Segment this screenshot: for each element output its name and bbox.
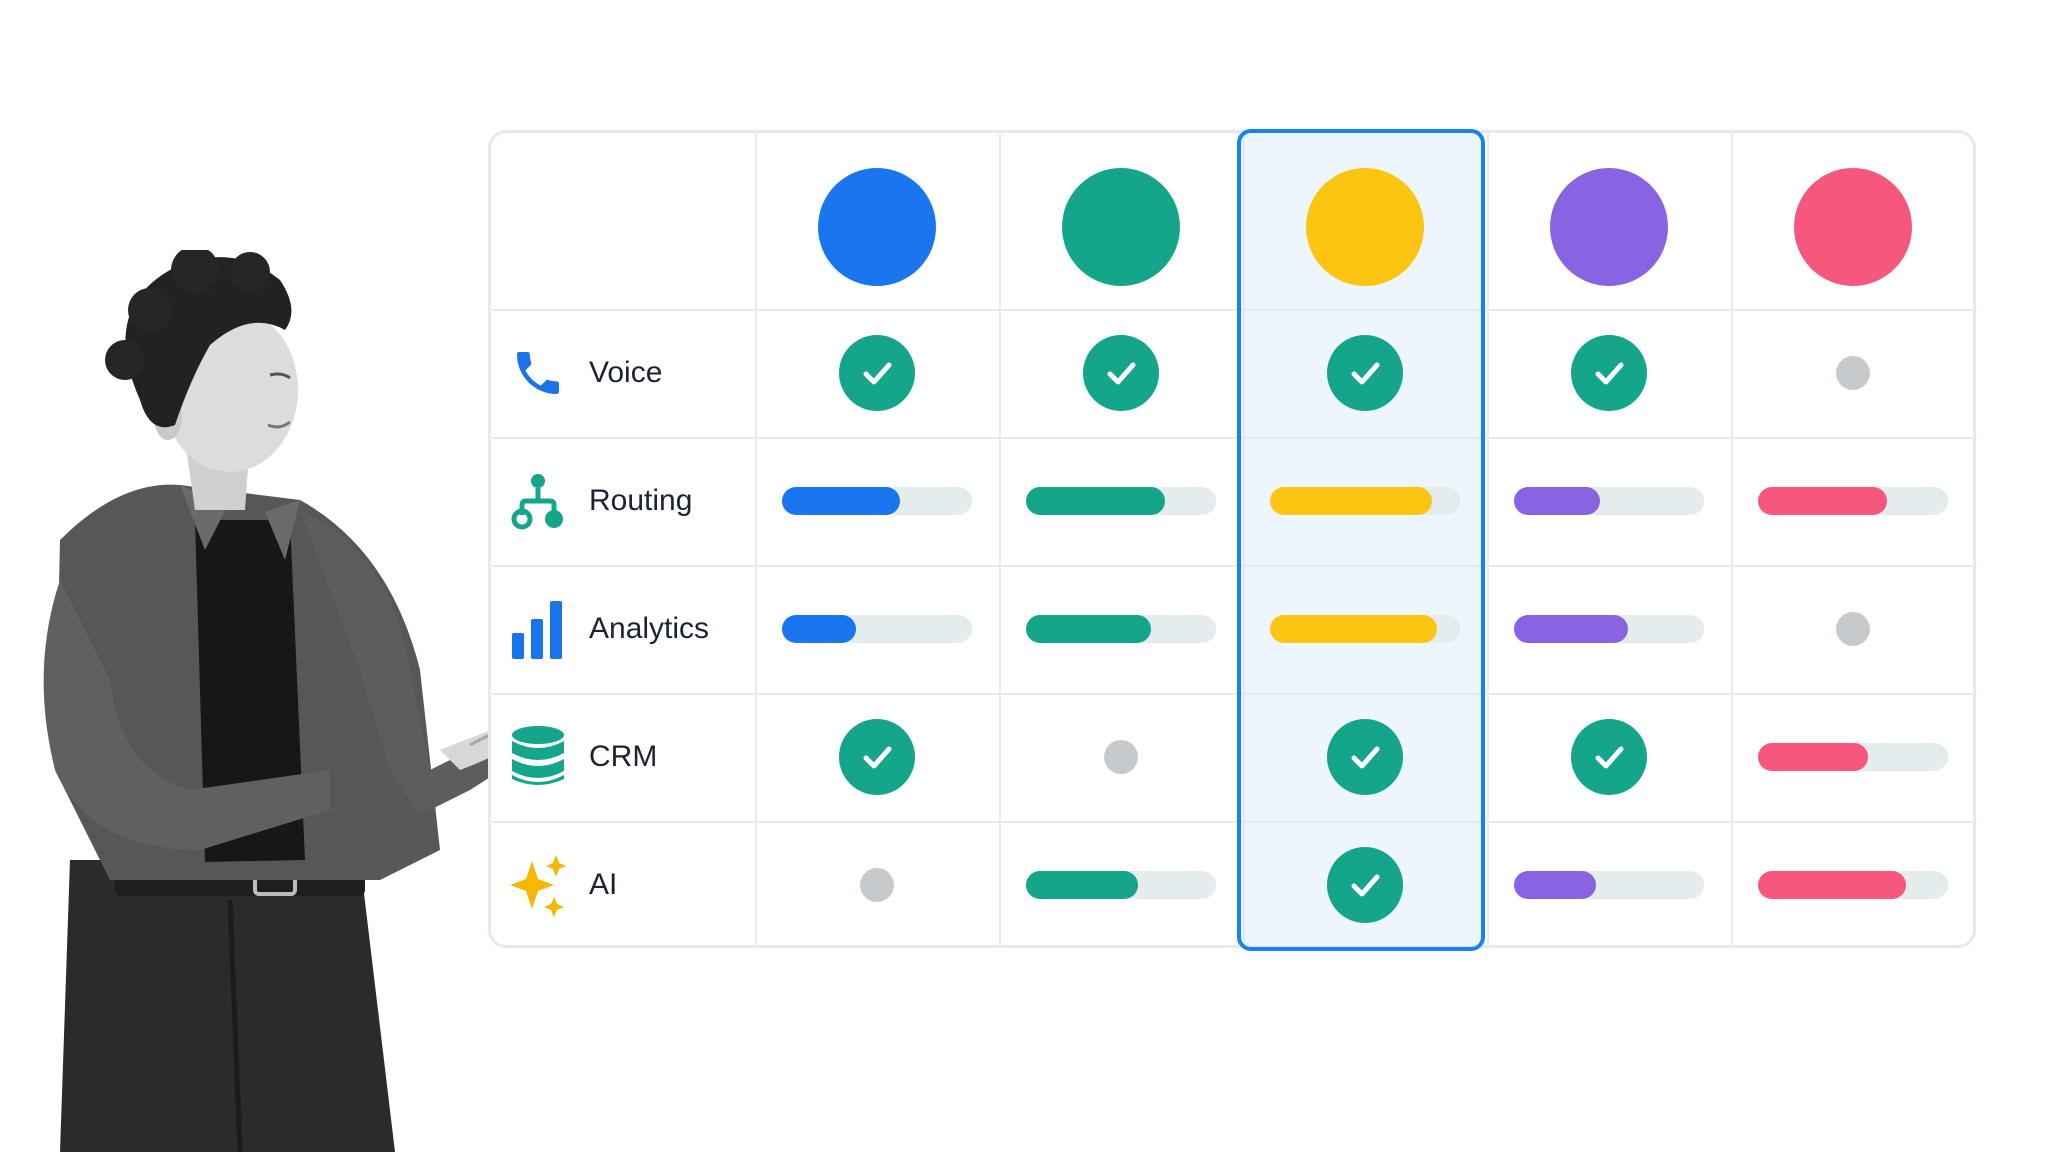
capability-bar-fill [1514,615,1628,643]
capability-bar-fill [782,615,857,643]
check-icon [1571,335,1647,411]
gridline [1731,133,1733,945]
feature-label-ai: AI [507,854,618,917]
capability-bar [1514,871,1704,899]
capability-bar-fill [1514,487,1600,515]
check-icon [1327,847,1403,923]
vendor-logo-dot [818,168,936,286]
sparkles-icon [507,854,569,917]
gridline [491,309,1973,311]
gridline [491,821,1973,823]
capability-bar [1270,487,1460,515]
capability-bar [1026,487,1216,515]
comparison-matrix: Voice Routing Analytics CRM AI [488,129,1976,951]
unavailable-dot [1836,612,1870,646]
unavailable-dot [1104,740,1138,774]
feature-label-voice: Voice [507,342,662,404]
capability-bar-fill [1026,615,1152,643]
feature-label-text: CRM [589,740,658,773]
feature-label-analytics: Analytics [507,598,709,660]
check-icon [1327,719,1403,795]
routing-icon [507,470,569,532]
database-icon [507,726,569,788]
capability-bar [782,487,972,515]
check-icon [839,719,915,795]
check-icon [839,335,915,411]
capability-bar-fill [1758,743,1869,771]
gridline [999,133,1001,945]
vendor-logo-dot [1306,168,1424,286]
vendor-logo-dot [1062,168,1180,286]
bar-chart-icon [507,598,569,660]
capability-bar [1758,487,1948,515]
capability-bar-fill [1758,871,1907,899]
capability-bar-fill [1270,487,1432,515]
presenter-figure [43,250,530,1152]
capability-bar [1026,615,1216,643]
gridline [1487,133,1489,945]
feature-label-text: Routing [589,484,693,517]
unavailable-dot [860,868,894,902]
capability-bar [1270,615,1460,643]
check-icon [1327,335,1403,411]
gridline [491,565,1973,567]
vendor-logo-dot [1550,168,1668,286]
capability-bar-fill [1514,871,1596,899]
feature-label-crm: CRM [507,726,657,788]
check-icon [1571,719,1647,795]
feature-label-text: AI [589,868,618,901]
gridline [491,693,1973,695]
feature-label-routing: Routing [507,470,692,532]
capability-bar-fill [782,487,900,515]
capability-bar-fill [1758,487,1888,515]
gridline [755,133,757,945]
gridline [491,437,1973,439]
capability-bar [1758,743,1948,771]
capability-bar [1514,615,1704,643]
capability-bar [782,615,972,643]
capability-bar-fill [1270,615,1438,643]
capability-bar-fill [1026,871,1139,899]
phone-icon [507,342,569,404]
vendor-logo-dot [1794,168,1912,286]
unavailable-dot [1836,356,1870,390]
check-icon [1083,335,1159,411]
capability-bar [1026,871,1216,899]
capability-bar [1758,871,1948,899]
feature-label-text: Voice [589,356,663,389]
feature-label-text: Analytics [589,612,710,645]
capability-bar-fill [1026,487,1165,515]
capability-bar [1514,487,1704,515]
